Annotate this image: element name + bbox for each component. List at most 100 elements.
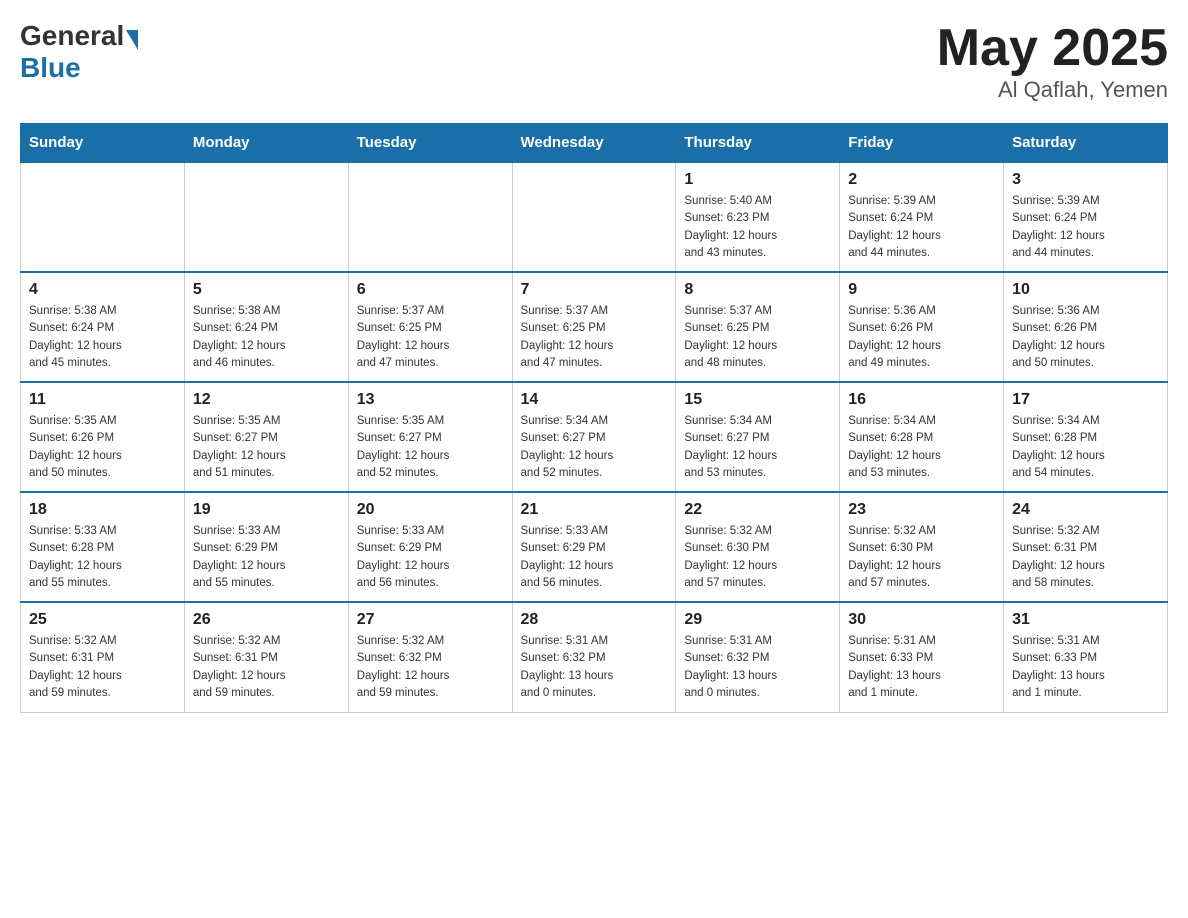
day-number: 18 [29,501,176,519]
day-number: 25 [29,611,176,629]
week-row-2: 4 Sunrise: 5:38 AMSunset: 6:24 PMDaylight… [21,272,1168,382]
day-info: Sunrise: 5:35 AMSunset: 6:27 PMDaylight:… [193,413,340,482]
day-cell: 21 Sunrise: 5:33 AMSunset: 6:29 PMDayligh… [512,492,676,602]
day-number: 6 [357,281,504,299]
day-info: Sunrise: 5:36 AMSunset: 6:26 PMDaylight:… [1012,303,1159,372]
logo: General Blue [20,20,140,84]
day-cell: 15 Sunrise: 5:34 AMSunset: 6:27 PMDayligh… [676,382,840,492]
day-cell: 17 Sunrise: 5:34 AMSunset: 6:28 PMDayligh… [1004,382,1168,492]
day-number: 13 [357,391,504,409]
day-cell: 16 Sunrise: 5:34 AMSunset: 6:28 PMDayligh… [840,382,1004,492]
day-number: 27 [357,611,504,629]
calendar-title: May 2025 [937,20,1168,77]
day-number: 31 [1012,611,1159,629]
day-info: Sunrise: 5:37 AMSunset: 6:25 PMDaylight:… [684,303,831,372]
day-cell: 2 Sunrise: 5:39 AMSunset: 6:24 PMDaylight… [840,162,1004,272]
day-cell: 30Sunrise: 5:31 AMSunset: 6:33 PMDayligh… [840,602,1004,712]
day-number: 20 [357,501,504,519]
day-info: Sunrise: 5:37 AMSunset: 6:25 PMDaylight:… [357,303,504,372]
logo-general-text: General [20,20,124,52]
day-cell: 24Sunrise: 5:32 AMSunset: 6:31 PMDayligh… [1004,492,1168,602]
weekday-header-thursday: Thursday [676,124,840,163]
day-cell: 11Sunrise: 5:35 AMSunset: 6:26 PMDayligh… [21,382,185,492]
day-number: 4 [29,281,176,299]
day-info: Sunrise: 5:37 AMSunset: 6:25 PMDaylight:… [521,303,668,372]
day-cell: 12 Sunrise: 5:35 AMSunset: 6:27 PMDayligh… [184,382,348,492]
day-info: Sunrise: 5:32 AMSunset: 6:31 PMDaylight:… [29,633,176,702]
week-row-5: 25 Sunrise: 5:32 AMSunset: 6:31 PMDayligh… [21,602,1168,712]
day-cell [21,162,185,272]
day-cell [512,162,676,272]
day-cell: 27 Sunrise: 5:32 AMSunset: 6:32 PMDayligh… [348,602,512,712]
day-number: 2 [848,171,995,189]
day-info: Sunrise: 5:39 AMSunset: 6:24 PMDaylight:… [848,193,995,262]
day-cell: 3 Sunrise: 5:39 AMSunset: 6:24 PMDaylight… [1004,162,1168,272]
day-info: Sunrise: 5:31 AMSunset: 6:33 PMDaylight:… [1012,633,1159,702]
day-cell: 25 Sunrise: 5:32 AMSunset: 6:31 PMDayligh… [21,602,185,712]
day-number: 3 [1012,171,1159,189]
day-cell: 14Sunrise: 5:34 AMSunset: 6:27 PMDayligh… [512,382,676,492]
day-number: 1 [684,171,831,189]
day-cell: 23Sunrise: 5:32 AMSunset: 6:30 PMDayligh… [840,492,1004,602]
day-cell: 20 Sunrise: 5:33 AMSunset: 6:29 PMDayligh… [348,492,512,602]
day-number: 26 [193,611,340,629]
day-info: Sunrise: 5:32 AMSunset: 6:31 PMDaylight:… [1012,523,1159,592]
day-info: Sunrise: 5:32 AMSunset: 6:32 PMDaylight:… [357,633,504,702]
weekday-header-wednesday: Wednesday [512,124,676,163]
weekday-header-friday: Friday [840,124,1004,163]
day-number: 10 [1012,281,1159,299]
week-row-4: 18Sunrise: 5:33 AMSunset: 6:28 PMDayligh… [21,492,1168,602]
day-info: Sunrise: 5:40 AMSunset: 6:23 PMDaylight:… [684,193,831,262]
day-number: 22 [684,501,831,519]
day-cell: 6 Sunrise: 5:37 AMSunset: 6:25 PMDaylight… [348,272,512,382]
day-cell: 28Sunrise: 5:31 AMSunset: 6:32 PMDayligh… [512,602,676,712]
day-info: Sunrise: 5:31 AMSunset: 6:33 PMDaylight:… [848,633,995,702]
day-cell: 31 Sunrise: 5:31 AMSunset: 6:33 PMDayligh… [1004,602,1168,712]
weekday-header-sunday: Sunday [21,124,185,163]
day-number: 14 [521,391,668,409]
day-cell: 29 Sunrise: 5:31 AMSunset: 6:32 PMDayligh… [676,602,840,712]
day-cell: 19 Sunrise: 5:33 AMSunset: 6:29 PMDayligh… [184,492,348,602]
day-info: Sunrise: 5:39 AMSunset: 6:24 PMDaylight:… [1012,193,1159,262]
day-cell: 8Sunrise: 5:37 AMSunset: 6:25 PMDaylight… [676,272,840,382]
day-info: Sunrise: 5:31 AMSunset: 6:32 PMDaylight:… [521,633,668,702]
day-number: 9 [848,281,995,299]
day-info: Sunrise: 5:36 AMSunset: 6:26 PMDaylight:… [848,303,995,372]
day-number: 11 [29,391,176,409]
day-cell [348,162,512,272]
day-number: 21 [521,501,668,519]
day-cell: 22 Sunrise: 5:32 AMSunset: 6:30 PMDayligh… [676,492,840,602]
day-cell: 7Sunrise: 5:37 AMSunset: 6:25 PMDaylight… [512,272,676,382]
day-number: 19 [193,501,340,519]
day-number: 15 [684,391,831,409]
calendar-table: SundayMondayTuesdayWednesdayThursdayFrid… [20,123,1168,713]
day-info: Sunrise: 5:33 AMSunset: 6:29 PMDaylight:… [357,523,504,592]
day-cell: 4 Sunrise: 5:38 AMSunset: 6:24 PMDaylight… [21,272,185,382]
calendar-subtitle: Al Qaflah, Yemen [937,77,1168,103]
day-number: 17 [1012,391,1159,409]
weekday-header-tuesday: Tuesday [348,124,512,163]
weekday-header-saturday: Saturday [1004,124,1168,163]
logo-blue-text: Blue [20,52,81,83]
day-number: 12 [193,391,340,409]
day-info: Sunrise: 5:32 AMSunset: 6:30 PMDaylight:… [684,523,831,592]
day-info: Sunrise: 5:34 AMSunset: 6:27 PMDaylight:… [684,413,831,482]
page-header: General Blue May 2025 Al Qaflah, Yemen [20,20,1168,103]
day-cell [184,162,348,272]
day-info: Sunrise: 5:34 AMSunset: 6:28 PMDaylight:… [1012,413,1159,482]
day-info: Sunrise: 5:38 AMSunset: 6:24 PMDaylight:… [29,303,176,372]
day-cell: 18Sunrise: 5:33 AMSunset: 6:28 PMDayligh… [21,492,185,602]
day-number: 29 [684,611,831,629]
day-info: Sunrise: 5:32 AMSunset: 6:31 PMDaylight:… [193,633,340,702]
day-cell: 26 Sunrise: 5:32 AMSunset: 6:31 PMDayligh… [184,602,348,712]
day-cell: 5Sunrise: 5:38 AMSunset: 6:24 PMDaylight… [184,272,348,382]
day-info: Sunrise: 5:34 AMSunset: 6:28 PMDaylight:… [848,413,995,482]
day-info: Sunrise: 5:33 AMSunset: 6:29 PMDaylight:… [193,523,340,592]
day-cell: 1 Sunrise: 5:40 AMSunset: 6:23 PMDaylight… [676,162,840,272]
day-number: 16 [848,391,995,409]
week-row-1: 1 Sunrise: 5:40 AMSunset: 6:23 PMDaylight… [21,162,1168,272]
weekday-header-row: SundayMondayTuesdayWednesdayThursdayFrid… [21,124,1168,163]
day-info: Sunrise: 5:33 AMSunset: 6:29 PMDaylight:… [521,523,668,592]
day-cell: 10 Sunrise: 5:36 AMSunset: 6:26 PMDayligh… [1004,272,1168,382]
day-info: Sunrise: 5:31 AMSunset: 6:32 PMDaylight:… [684,633,831,702]
